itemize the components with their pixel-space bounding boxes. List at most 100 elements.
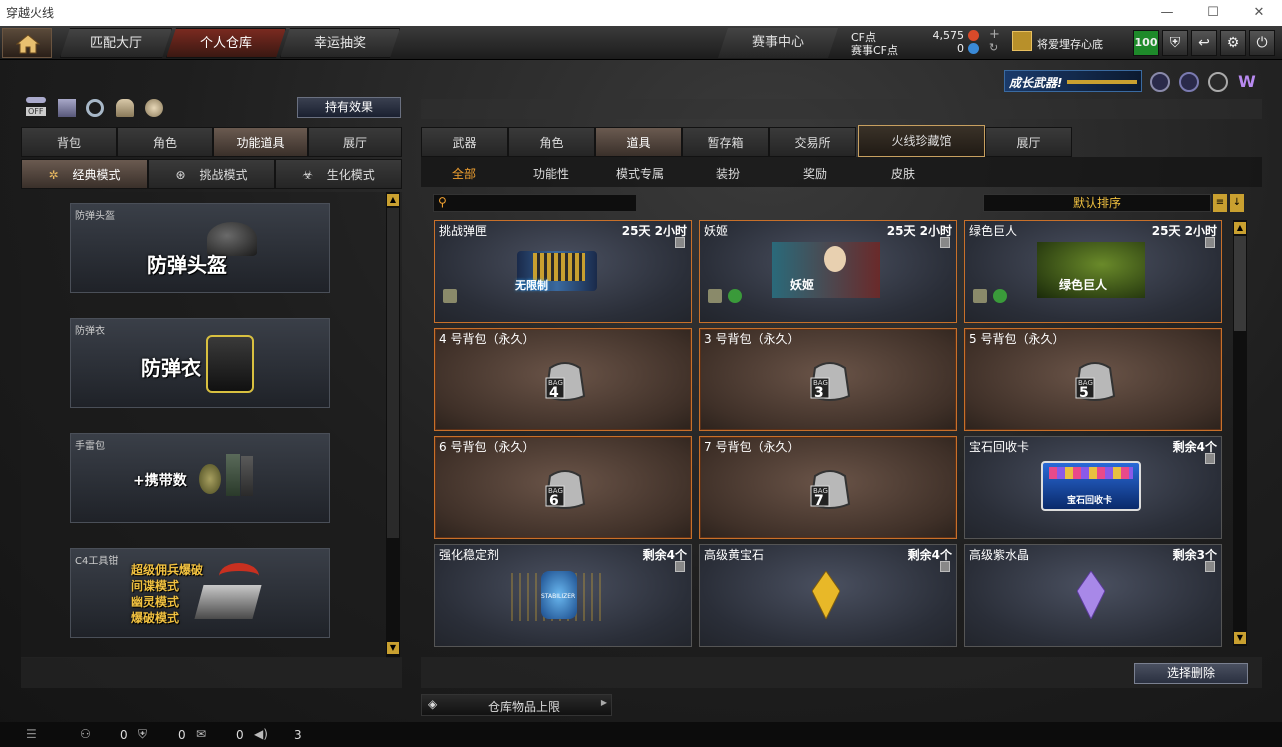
scroll-up-icon[interactable]: ▲ xyxy=(387,194,399,206)
minimize-button[interactable]: — xyxy=(1144,0,1190,26)
power-icon[interactable]: ⏻ xyxy=(1249,30,1275,56)
w-logo-icon[interactable]: W xyxy=(1237,72,1257,92)
item-card[interactable]: 5 号背包（永久） BAG 5 xyxy=(964,328,1222,431)
grenade-icon xyxy=(199,464,221,494)
trash-icon[interactable] xyxy=(675,237,685,248)
rank-icon[interactable] xyxy=(1150,72,1170,92)
scroll-thumb[interactable] xyxy=(1234,236,1246,331)
subtab-outfit[interactable]: 装扮 xyxy=(716,165,740,182)
left-scrollbar[interactable]: ▲ ▼ xyxy=(386,192,400,658)
bag-icon[interactable] xyxy=(145,99,163,117)
item-card[interactable]: 绿色巨人 25天 2小时 绿色巨人 xyxy=(964,220,1222,323)
right-tab-collection[interactable]: 火线珍藏馆 xyxy=(858,125,985,157)
close-button[interactable]: ✕ xyxy=(1236,0,1282,26)
scroll-thumb[interactable] xyxy=(387,208,399,538)
subtab-functional[interactable]: 功能性 xyxy=(533,165,569,182)
sort-dropdown[interactable]: 默认排序 xyxy=(983,194,1211,212)
tab-match-lobby[interactable]: 匹配大厅 xyxy=(60,28,172,58)
item-card[interactable]: 强化稳定剂 剩余4个 STABILIZER xyxy=(434,544,692,647)
match-cf-coin-icon xyxy=(968,43,979,54)
speaker-icon[interactable]: ◀) xyxy=(254,727,268,741)
left-tab-function-items[interactable]: 功能道具 xyxy=(213,127,308,157)
subtab-mode-exclusive[interactable]: 模式专属 xyxy=(616,165,664,182)
home-button[interactable] xyxy=(2,28,52,58)
trash-icon[interactable] xyxy=(940,561,950,572)
category-vest[interactable]: 防弹衣 防弹衣 xyxy=(70,318,330,408)
limit-label: 仓库物品上限 xyxy=(488,700,561,714)
right-tab-character[interactable]: 角色 xyxy=(508,127,595,157)
menu-icon[interactable]: ☰ xyxy=(26,727,37,741)
left-tab-showroom[interactable]: 展厅 xyxy=(308,127,402,157)
subtab-all[interactable]: 全部 xyxy=(452,165,476,182)
item-name: 妖姬 xyxy=(704,224,729,238)
back-icon[interactable]: ↩ xyxy=(1191,30,1217,56)
maximize-button[interactable]: ☐ xyxy=(1190,0,1236,26)
off-toggle-icon[interactable]: OFF xyxy=(26,97,48,119)
category-helmet[interactable]: 防弹头盔 防弹头盔 xyxy=(70,203,330,293)
scroll-down-icon[interactable]: ▼ xyxy=(1234,632,1246,644)
trash-icon[interactable] xyxy=(1205,237,1215,248)
scroll-up-icon[interactable]: ▲ xyxy=(1234,222,1246,234)
item-card[interactable]: 高级黄宝石 剩余4个 xyxy=(699,544,957,647)
refresh-icon[interactable]: ↻ xyxy=(989,41,998,54)
item-card[interactable]: 6 号背包（永久） BAG 6 xyxy=(434,436,692,539)
item-card[interactable]: 4 号背包（永久） BAG 4 xyxy=(434,328,692,431)
trash-icon[interactable] xyxy=(1205,453,1215,464)
subtab-skin[interactable]: 皮肤 xyxy=(891,165,915,182)
subtab-reward[interactable]: 奖励 xyxy=(803,165,827,182)
title-bar: 穿越火线 — ☐ ✕ xyxy=(0,0,1282,26)
zombie-badge-icon xyxy=(728,289,742,303)
sort-order-icon[interactable]: ↓ xyxy=(1230,194,1244,212)
item-card[interactable]: 挑战弹匣 25天 2小时 无限制 xyxy=(434,220,692,323)
home-icon xyxy=(16,34,40,54)
compass-icon[interactable] xyxy=(1208,72,1228,92)
portrait-icon xyxy=(824,246,846,272)
effect-button[interactable]: 持有效果 xyxy=(297,97,401,118)
growth-weapon-banner[interactable]: 成长武器! xyxy=(1004,70,1142,92)
right-tab-items[interactable]: 道具 xyxy=(595,127,682,157)
right-tab-weapons[interactable]: 武器 xyxy=(421,127,508,157)
gear-icon[interactable]: ⚙ xyxy=(1220,30,1246,56)
category-art-text: 防弹头盔 xyxy=(147,253,227,277)
list-view-icon[interactable]: ≡ xyxy=(1213,194,1227,212)
tab-lucky-draw[interactable]: 幸运抽奖 xyxy=(280,28,400,58)
add-cf-icon[interactable]: + xyxy=(989,27,1000,42)
event-center-button[interactable]: 赛事中心 xyxy=(718,28,838,58)
item-card[interactable]: 高级紫水晶 剩余3个 xyxy=(964,544,1222,647)
category-grenade-pack[interactable]: 手雷包 +携带数 xyxy=(70,433,330,523)
players-icon: ⚇ xyxy=(80,727,91,741)
item-card[interactable]: 宝石回收卡 剩余4个 宝石回收卡 xyxy=(964,436,1222,539)
character-icon[interactable] xyxy=(116,99,134,117)
level-badge[interactable]: 100 xyxy=(1133,30,1159,56)
category-label: 防弹衣 xyxy=(75,326,105,337)
left-tab-character[interactable]: 角色 xyxy=(117,127,213,157)
c4-mode-line: 爆破模式 xyxy=(131,611,180,625)
character-art: 绿色巨人 xyxy=(1037,242,1145,298)
item-card[interactable]: 妖姬 25天 2小时 妖姬 xyxy=(699,220,957,323)
select-delete-button[interactable]: 选择删除 xyxy=(1134,663,1248,684)
item-card[interactable]: 7 号背包（永久） BAG 7 xyxy=(699,436,957,539)
warehouse-limit-button[interactable]: ◈ 仓库物品上限 ▶ xyxy=(421,694,612,716)
left-tab-backpack[interactable]: 背包 xyxy=(21,127,117,157)
trash-icon[interactable] xyxy=(940,237,950,248)
item-card[interactable]: 3 号背包（永久） BAG 3 xyxy=(699,328,957,431)
trash-icon[interactable] xyxy=(1205,561,1215,572)
globe-icon[interactable] xyxy=(1179,72,1199,92)
right-tab-showroom[interactable]: 展厅 xyxy=(985,127,1072,157)
right-tab-exchange[interactable]: 交易所 xyxy=(769,127,856,157)
stats-icon[interactable] xyxy=(58,99,76,117)
scroll-down-icon[interactable]: ▼ xyxy=(387,642,399,654)
left-footer xyxy=(21,657,402,688)
cycle-icon[interactable] xyxy=(86,99,104,117)
shield-icon[interactable]: ⛨ xyxy=(1162,30,1188,56)
tab-personal-warehouse[interactable]: 个人仓库 xyxy=(166,28,286,58)
right-scrollbar[interactable]: ▲ ▼ xyxy=(1233,220,1247,646)
mode-zombie[interactable]: ☣ 生化模式 xyxy=(275,159,402,189)
mode-classic[interactable]: ✲ 经典模式 xyxy=(21,159,148,189)
search-input[interactable]: ⚲ xyxy=(433,194,637,212)
chat-icon[interactable]: ✉ xyxy=(196,727,206,741)
mode-challenge[interactable]: ⊛ 挑战模式 xyxy=(148,159,275,189)
trash-icon[interactable] xyxy=(675,561,685,572)
category-c4-pliers[interactable]: C4工具钳 超级佣兵爆破 间谍模式 幽灵模式 爆破模式 xyxy=(70,548,330,638)
right-tab-storage[interactable]: 暂存箱 xyxy=(682,127,769,157)
